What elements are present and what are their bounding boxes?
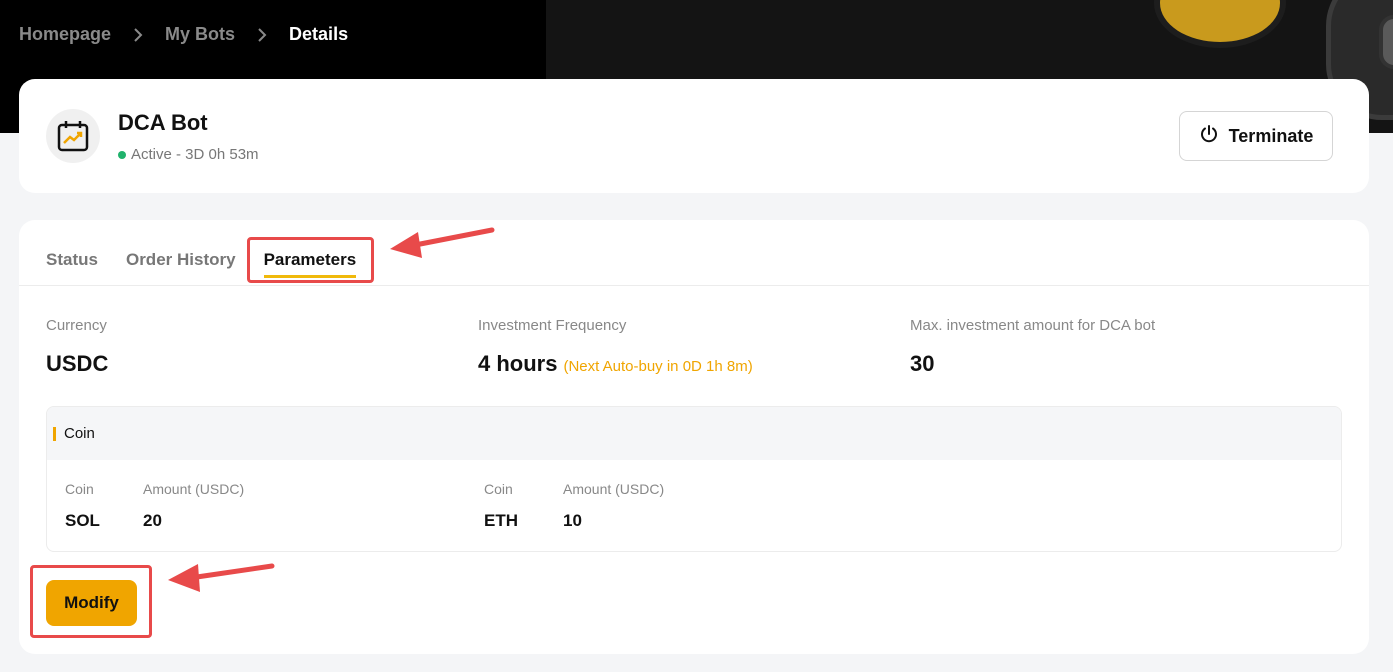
coin-name: ETH — [484, 511, 518, 530]
modify-button[interactable]: Modify — [46, 580, 137, 626]
breadcrumb: Homepage My Bots Details — [19, 24, 348, 45]
coin-allocation-box: Coin Coin SOL Amount (USDC) 20 Coin ETH … — [46, 406, 1342, 552]
bot-status-text: Active - 3D 0h 53m — [131, 146, 259, 163]
breadcrumb-details: Details — [289, 24, 349, 44]
coin-label: Coin — [65, 481, 94, 497]
frequency-label: Investment Frequency — [478, 317, 627, 334]
currency-value: USDC — [46, 351, 109, 376]
robot-eye — [1379, 15, 1393, 69]
amount-label: Amount (USDC) — [143, 481, 245, 497]
calendar-chart-icon — [46, 109, 100, 163]
chevron-right-icon — [133, 27, 143, 43]
coin-column: Coin ETH — [484, 481, 518, 531]
terminate-button[interactable]: Terminate — [1179, 111, 1333, 161]
bot-details-card: Status Order History Parameters Currency… — [19, 220, 1369, 654]
coin-box-header: Coin — [47, 407, 1341, 460]
tab-status[interactable]: Status — [46, 250, 98, 270]
coin-column: Coin SOL — [65, 481, 100, 531]
bot-status: Active - 3D 0h 53m — [118, 146, 259, 163]
coin-box-title: Coin — [64, 425, 95, 442]
coin-amount: 20 — [143, 511, 162, 530]
frequency-value-text: 4 hours — [478, 351, 558, 376]
coin-label: Coin — [484, 481, 513, 497]
max-amount-value: 30 — [910, 351, 935, 376]
divider — [19, 285, 1369, 286]
frequency-value: 4 hours (Next Auto-buy in 0D 1h 8m) — [478, 351, 753, 377]
accent-bar — [53, 426, 56, 441]
breadcrumb-my-bots[interactable]: My Bots — [165, 24, 235, 45]
coin-amount: 10 — [563, 511, 582, 530]
chevron-right-icon — [257, 27, 267, 43]
tab-order-history[interactable]: Order History — [126, 250, 236, 270]
coin-name: SOL — [65, 511, 100, 530]
amount-column: Amount (USDC) 10 — [563, 481, 664, 531]
amount-column: Amount (USDC) 20 — [143, 481, 244, 531]
tab-bar: Status Order History Parameters — [46, 250, 356, 278]
coin-illustration — [1154, 0, 1286, 48]
bot-summary-card: DCA Bot Active - 3D 0h 53m Terminate — [19, 79, 1369, 193]
max-amount-label: Max. investment amount for DCA bot — [910, 317, 1156, 334]
amount-label: Amount (USDC) — [563, 481, 665, 497]
tab-parameters[interactable]: Parameters — [263, 250, 356, 278]
breadcrumb-homepage[interactable]: Homepage — [19, 24, 111, 45]
power-icon — [1199, 124, 1219, 149]
currency-label: Currency — [46, 317, 107, 334]
next-auto-buy-note: (Next Auto-buy in 0D 1h 8m) — [563, 358, 753, 375]
terminate-label: Terminate — [1228, 125, 1314, 146]
bot-name: DCA Bot — [118, 110, 208, 135]
status-dot-icon — [118, 150, 126, 159]
